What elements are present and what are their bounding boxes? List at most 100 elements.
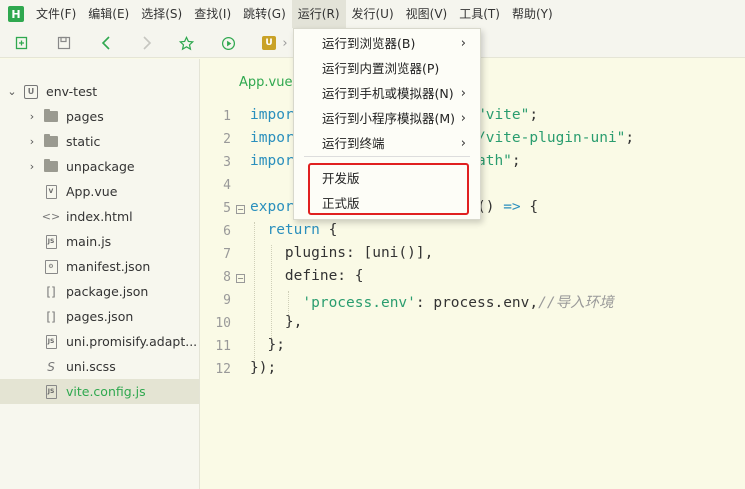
code-line: plugins: [uni()], — [284, 245, 434, 261]
menu-tools[interactable]: 工具(T) — [453, 0, 506, 28]
line-number: 3 — [223, 155, 231, 170]
menu-goto[interactable]: 跳转(G) — [237, 0, 292, 28]
folder-icon — [44, 109, 58, 124]
new-file-icon[interactable] — [12, 28, 32, 58]
gear-file-icon: ⚙ — [44, 259, 58, 274]
tree-label: env-test — [46, 84, 98, 99]
chevron-right-icon: › — [460, 111, 466, 126]
tree-item-uni-scss[interactable]: S uni.scss — [0, 354, 199, 379]
chevron-right-icon[interactable]: › — [26, 135, 38, 148]
code-line: define: { — [284, 268, 364, 284]
tree-item-pages-json[interactable]: [] pages.json — [0, 304, 199, 329]
menu-item-run-builtin-browser[interactable]: 运行到内置浏览器(P) — [294, 56, 480, 81]
line-number: 2 — [223, 132, 231, 147]
tree-label: main.js — [66, 234, 112, 249]
menu-bar: H 文件(F) 编辑(E) 选择(S) 查找(I) 跳转(G) 运行(R) 发行… — [0, 0, 745, 28]
tree-label: index.html — [66, 209, 133, 224]
line-number: 1 — [223, 109, 231, 124]
line-number: 6 — [223, 224, 231, 239]
project-folder-icon: U — [24, 84, 38, 99]
menu-find[interactable]: 查找(I) — [188, 0, 237, 28]
app-logo-icon: H — [8, 6, 24, 22]
code-line: 'process.env': process.env,//导入环境 — [302, 295, 614, 311]
menu-help[interactable]: 帮助(Y) — [506, 0, 559, 28]
chevron-right-icon[interactable]: › — [26, 110, 38, 123]
tree-label: static — [66, 134, 101, 149]
folder-icon — [44, 159, 58, 174]
code-line: }); — [250, 360, 277, 376]
chevron-right-icon: › — [460, 136, 466, 151]
scss-file-icon: S — [47, 359, 55, 374]
menu-item-label: 运行到终端 — [322, 136, 385, 151]
tree-item-static[interactable]: › static — [0, 129, 199, 154]
fold-toggle-icon[interactable]: − — [236, 274, 245, 283]
menu-view[interactable]: 视图(V) — [400, 0, 454, 28]
tree-item-manifest-json[interactable]: ⚙ manifest.json — [0, 254, 199, 279]
menu-item-run-browser[interactable]: 运行到浏览器(B) › — [294, 31, 480, 56]
run-dropdown-menu: 运行到浏览器(B) › 运行到内置浏览器(P) 运行到手机或模拟器(N) › 运… — [293, 28, 481, 220]
tree-item-package-json[interactable]: [] package.json — [0, 279, 199, 304]
tree-item-main-js[interactable]: JS main.js — [0, 229, 199, 254]
tree-item-app-vue[interactable]: V App.vue — [0, 179, 199, 204]
html-file-icon: <> — [41, 210, 61, 223]
tree-label: uni.scss — [66, 359, 116, 374]
chevron-right-icon[interactable]: › — [26, 160, 38, 173]
menu-divider — [304, 156, 470, 157]
forward-icon[interactable] — [137, 28, 157, 58]
js-file-icon: JS — [44, 334, 58, 349]
json-file-icon: [] — [46, 309, 56, 324]
chevron-right-icon: › — [460, 86, 466, 101]
chevron-down-icon[interactable]: ⌄ — [6, 85, 18, 98]
chevron-right-icon: › — [460, 36, 466, 51]
code-line: }, — [284, 314, 303, 330]
tree-label: pages.json — [66, 309, 134, 324]
menu-item-label: 运行到小程序模拟器(M) — [322, 111, 456, 126]
line-number: 11 — [215, 339, 231, 354]
menu-item-label: 运行到内置浏览器(P) — [322, 61, 440, 76]
line-number: 7 — [223, 247, 231, 262]
tree-item-unpackage[interactable]: › unpackage — [0, 154, 199, 179]
run-icon[interactable] — [218, 28, 238, 58]
line-number: 9 — [223, 293, 231, 308]
menu-run[interactable]: 运行(R) — [291, 0, 346, 28]
project-explorer: ⌄ U env-test › pages › static › unpackag… — [0, 59, 200, 489]
tree-item-uni-promisify[interactable]: JS uni.promisify.adapt... — [0, 329, 199, 354]
tree-label: package.json — [66, 284, 149, 299]
tree-label: manifest.json — [66, 259, 151, 274]
tree-item-vite-config-js[interactable]: JS vite.config.js — [0, 379, 199, 404]
menu-item-run-phone-emulator[interactable]: 运行到手机或模拟器(N) › — [294, 81, 480, 106]
menu-item-label: 运行到浏览器(B) — [322, 36, 416, 51]
menu-file[interactable]: 文件(F) — [30, 0, 82, 28]
code-line: }; — [267, 337, 285, 353]
line-number: 10 — [215, 316, 231, 331]
tab-app-vue[interactable]: App.vue — [239, 75, 292, 90]
menu-item-run-miniprogram[interactable]: 运行到小程序模拟器(M) › — [294, 106, 480, 131]
line-number: 5 — [223, 201, 231, 216]
js-file-icon: JS — [44, 234, 58, 249]
tree-label: uni.promisify.adapt... — [66, 334, 198, 349]
save-icon[interactable] — [54, 28, 74, 58]
menu-publish[interactable]: 发行(U) — [346, 0, 400, 28]
tree-label: pages — [66, 109, 104, 124]
project-icon[interactable]: U — [262, 36, 276, 50]
folder-icon — [44, 134, 58, 149]
menu-item-run-terminal[interactable]: 运行到终端 › — [294, 131, 480, 156]
vue-file-icon: V — [44, 184, 58, 199]
back-icon[interactable] — [96, 28, 116, 58]
tree-label: unpackage — [66, 159, 135, 174]
json-file-icon: [] — [46, 284, 56, 299]
menu-select[interactable]: 选择(S) — [135, 0, 188, 28]
line-number: 8 — [223, 270, 231, 285]
star-icon[interactable] — [176, 28, 196, 58]
fold-toggle-icon[interactable]: − — [236, 205, 245, 214]
js-file-icon: JS — [44, 384, 58, 399]
tree-label: vite.config.js — [66, 384, 146, 399]
tree-item-index-html[interactable]: <> index.html — [0, 204, 199, 229]
menu-item-label: 运行到手机或模拟器(N) — [322, 86, 454, 101]
line-number: 4 — [223, 178, 231, 193]
menu-edit[interactable]: 编辑(E) — [82, 0, 135, 28]
annotation-highlight-box — [308, 163, 469, 215]
tree-project-root[interactable]: ⌄ U env-test — [0, 79, 199, 104]
tree-label: App.vue — [66, 184, 118, 199]
tree-item-pages[interactable]: › pages — [0, 104, 199, 129]
